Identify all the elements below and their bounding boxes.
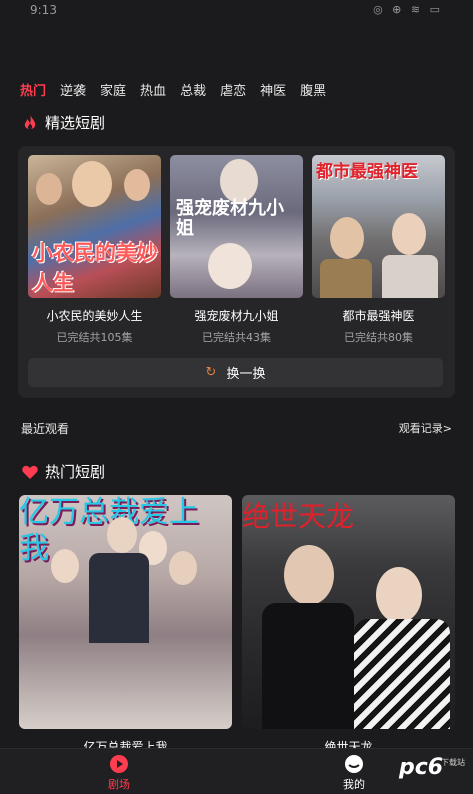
flame-icon [24, 114, 36, 129]
nav-theater-label: 剧场 [108, 778, 130, 791]
swap-button[interactable]: ↻ 换一换 [28, 358, 443, 387]
recent-watched-label: 最近观看 [21, 422, 70, 436]
poster-image: 亿万总裁爱上我 [19, 495, 232, 729]
featured-title: 精选短剧 [45, 114, 106, 132]
category-tabs: 热门 逆袭 家庭 热血 总裁 虐恋 神医 腹黑 [20, 80, 340, 99]
tab-family[interactable]: 家庭 [100, 80, 126, 99]
featured-panel: 小农民的美妙人生 小农民的美妙人生 已完结共105集 强宠废材九小姐 强宠废材九… [18, 146, 455, 398]
status-icons: ◎ ⊕ ≋ ▭ [373, 3, 443, 16]
tab-scheming[interactable]: 腹黑 [300, 80, 326, 99]
hot-card[interactable]: 绝世天龙 [242, 495, 455, 729]
nav-profile[interactable]: 我的 [324, 754, 384, 792]
hot-title: 热门短剧 [45, 463, 106, 481]
watermark-logo: pc6 下载站 [399, 755, 465, 787]
featured-card[interactable]: 都市最强神医 都市最强神医 已完结共80集 [312, 155, 445, 345]
watermark-sub: 下载站 [441, 758, 465, 767]
heart-icon [22, 465, 38, 479]
status-bar: 9:13 ◎ ⊕ ≋ ▭ [0, 0, 473, 22]
bottom-nav: 剧场 我的 pc6 下载站 [0, 748, 473, 794]
poster-image: 都市最强神医 [312, 155, 445, 298]
featured-header: 精选短剧 [21, 112, 105, 133]
featured-card-episodes: 已完结共105集 [56, 331, 133, 344]
featured-card[interactable]: 小农民的美妙人生 小农民的美妙人生 已完结共105集 [28, 155, 161, 345]
watch-history-link[interactable]: 观看记录> [399, 420, 452, 436]
nav-theater[interactable]: 剧场 [89, 754, 149, 792]
tab-romance[interactable]: 虐恋 [220, 80, 246, 99]
featured-card-episodes: 已完结共80集 [344, 331, 413, 344]
tab-doctor[interactable]: 神医 [260, 80, 286, 99]
tab-passion[interactable]: 热血 [140, 80, 166, 99]
status-time: 9:13 [30, 3, 57, 17]
poster-image: 小农民的美妙人生 [28, 155, 161, 298]
featured-card[interactable]: 强宠废材九小姐 强宠废材九小姐 已完结共43集 [170, 155, 303, 345]
poster-title-art: 都市最强神医 [316, 162, 418, 182]
profile-icon [345, 755, 363, 773]
featured-card-episodes: 已完结共43集 [202, 331, 271, 344]
poster-title-art: 强宠废材九小姐 [176, 198, 284, 239]
poster-image: 强宠废材九小姐 [170, 155, 303, 298]
hot-card[interactable]: 亿万总裁爱上我 [19, 495, 232, 729]
swap-label: 换一换 [226, 367, 266, 382]
tab-counterattack[interactable]: 逆袭 [60, 80, 86, 99]
theater-icon [110, 755, 128, 773]
tab-hot[interactable]: 热门 [20, 80, 46, 99]
hot-header: 热门短剧 [21, 461, 105, 482]
featured-card-title: 小农民的美妙人生 [46, 309, 143, 323]
poster-title-art: 绝世天龙 [242, 500, 355, 533]
refresh-icon: ↻ [205, 365, 217, 380]
nav-profile-label: 我的 [343, 778, 365, 791]
poster-title-art: 小农民的美妙人生 [32, 240, 158, 295]
featured-card-title: 强宠废材九小姐 [194, 309, 279, 323]
featured-card-title: 都市最强神医 [342, 309, 415, 323]
watermark-text: pc6 [399, 755, 444, 780]
tab-ceo[interactable]: 总裁 [180, 80, 206, 99]
poster-image: 绝世天龙 [242, 495, 455, 729]
